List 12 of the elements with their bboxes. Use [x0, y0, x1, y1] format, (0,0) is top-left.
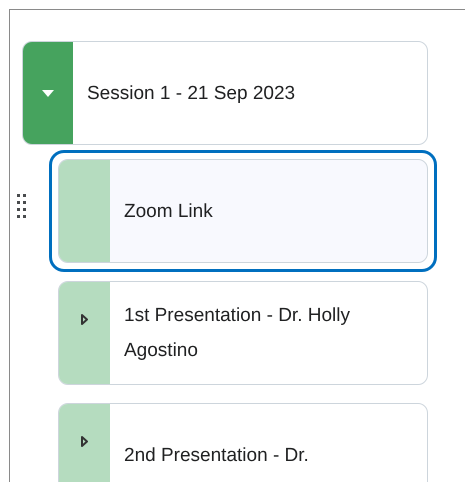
module-card[interactable]: Session 1 - 21 Sep 2023: [22, 41, 428, 145]
item-card[interactable]: 2nd Presentation - Dr.: [58, 403, 428, 482]
item-title: 2nd Presentation - Dr.: [123, 444, 310, 468]
caret-right-icon[interactable]: [81, 314, 88, 325]
drag-handle-icon[interactable]: [17, 194, 26, 218]
item-title: Zoom Link: [123, 200, 214, 224]
selected-item-card[interactable]: Zoom Link: [58, 159, 428, 263]
item-title: Session 1 - 21 Sep 2023: [86, 82, 296, 106]
caret-right-icon[interactable]: [81, 436, 88, 447]
caret-down-icon[interactable]: [42, 90, 54, 96]
item-card[interactable]: 1st Presentation - Dr. Holly Agostino: [58, 281, 428, 385]
item-title: 1st Presentation - Dr. Holly Agostino: [123, 304, 351, 363]
